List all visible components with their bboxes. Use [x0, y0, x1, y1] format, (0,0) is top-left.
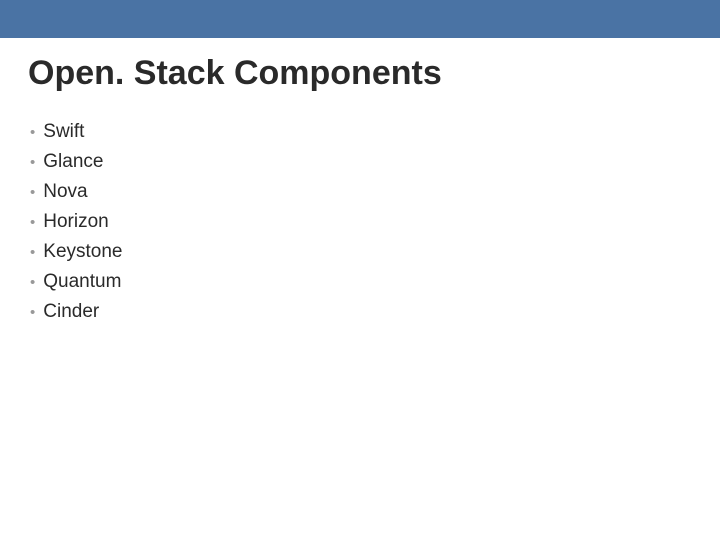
bullet-icon: •	[30, 215, 35, 230]
list-item-label: Quantum	[43, 271, 121, 293]
list-item: • Swift	[30, 121, 692, 143]
bullet-icon: •	[30, 245, 35, 260]
list-item: • Cinder	[30, 301, 692, 323]
list-item: • Nova	[30, 181, 692, 203]
list-item: • Quantum	[30, 271, 692, 293]
list-item-label: Swift	[43, 121, 84, 143]
component-list: • Swift • Glance • Nova • Horizon • Keys…	[28, 121, 692, 323]
list-item-label: Keystone	[43, 241, 122, 263]
list-item: • Glance	[30, 151, 692, 173]
list-item: • Keystone	[30, 241, 692, 263]
list-item-label: Cinder	[43, 301, 99, 323]
bullet-icon: •	[30, 275, 35, 290]
bullet-icon: •	[30, 125, 35, 140]
slide-title: Open. Stack Components	[28, 54, 692, 93]
bullet-icon: •	[30, 305, 35, 320]
slide-content: Open. Stack Components • Swift • Glance …	[0, 38, 720, 347]
bullet-icon: •	[30, 185, 35, 200]
list-item-label: Glance	[43, 151, 103, 173]
header-bar	[0, 0, 720, 38]
bullet-icon: •	[30, 155, 35, 170]
list-item-label: Nova	[43, 181, 87, 203]
list-item: • Horizon	[30, 211, 692, 233]
list-item-label: Horizon	[43, 211, 108, 233]
